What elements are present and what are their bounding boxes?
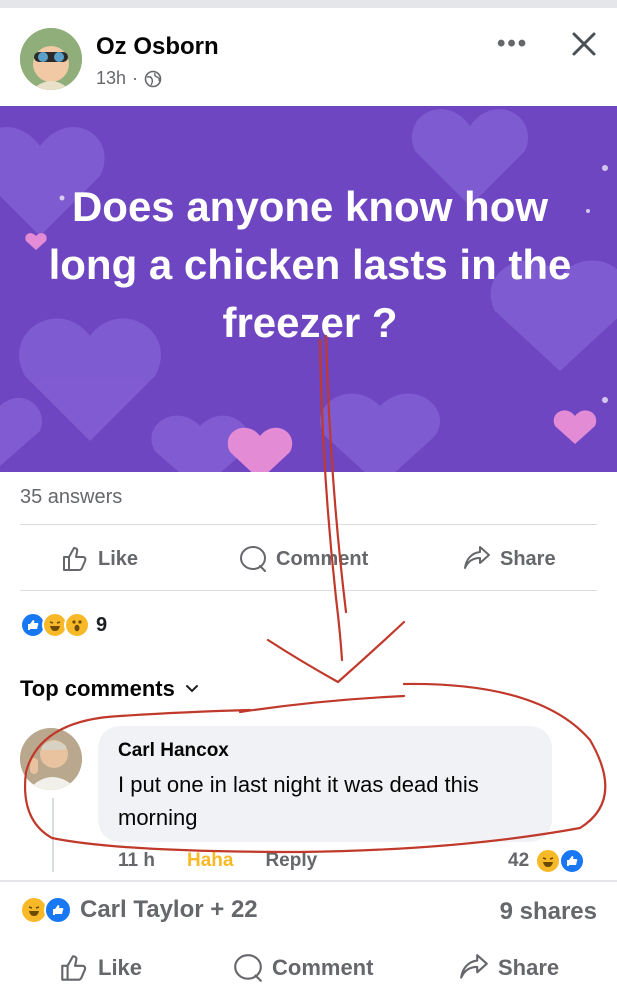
question-text: Does anyone know how long a chicken last… xyxy=(48,183,572,346)
footer-like-button[interactable]: Like xyxy=(58,952,142,984)
share-label: Share xyxy=(500,547,556,570)
footer-divider xyxy=(0,880,617,882)
footer-share-label: Share xyxy=(498,955,560,980)
reply-button[interactable]: Reply xyxy=(265,850,317,872)
footer-reaction-summary[interactable]: Carl Taylor + 22 xyxy=(20,896,258,924)
close-icon[interactable] xyxy=(566,26,602,62)
share-button[interactable]: Share xyxy=(462,544,556,574)
like-button[interactable]: Like xyxy=(60,544,138,574)
top-comments-label: Top comments xyxy=(20,676,175,701)
share-icon xyxy=(464,546,490,569)
footer-like-label: Like xyxy=(98,955,143,980)
divider xyxy=(20,590,597,591)
comment-meta: 11 h Haha Reply xyxy=(118,850,317,872)
comment-button[interactable]: Comment xyxy=(238,544,368,574)
globe-icon xyxy=(144,70,162,87)
chevron-down-icon xyxy=(185,685,198,693)
footer-comment-label: Comment xyxy=(272,955,374,980)
post-actions: Like Comment Share xyxy=(0,536,617,580)
comment-text: I put one in last night it was dead this… xyxy=(118,772,479,830)
reactor-names: Carl Taylor + 22 xyxy=(80,896,258,923)
top-divider xyxy=(0,0,617,8)
post-meta: 13h · xyxy=(96,68,162,89)
haha-reaction-icon xyxy=(535,848,562,874)
haha-button[interactable]: Haha xyxy=(187,850,233,872)
comment-label: Comment xyxy=(276,547,369,570)
footer-actions: Like Comment Share xyxy=(0,946,617,990)
footer-share-button[interactable]: Share xyxy=(458,952,559,984)
like-label: Like xyxy=(98,547,139,570)
top-comments-dropdown[interactable]: Top comments xyxy=(20,676,199,702)
reaction-count: 9 xyxy=(96,613,108,636)
answers-count[interactable]: 35 answers xyxy=(20,486,122,509)
footer-comment-button[interactable]: Comment xyxy=(232,952,373,984)
commenter-avatar[interactable] xyxy=(20,728,82,790)
author-avatar[interactable] xyxy=(20,28,82,90)
arrow-underline xyxy=(238,694,406,714)
post-time[interactable]: 13h xyxy=(96,68,126,89)
commenter-name[interactable]: Carl Hancox xyxy=(118,740,229,762)
post-header: Oz Osborn 13h · ••• xyxy=(0,8,617,108)
share-icon xyxy=(460,954,488,979)
author-name[interactable]: Oz Osborn xyxy=(96,33,219,61)
arrow-head xyxy=(266,620,406,684)
thumbs-up-icon xyxy=(63,547,87,571)
question-banner: Does anyone know how long a chicken last… xyxy=(0,106,617,472)
more-icon[interactable]: ••• xyxy=(497,30,528,58)
shares-count[interactable]: 9 shares xyxy=(500,898,597,926)
like-reaction-icon xyxy=(559,848,586,874)
reaction-summary[interactable]: 9 xyxy=(20,612,107,638)
thread-line xyxy=(52,798,54,872)
comment-icon xyxy=(234,954,262,982)
meta-separator: · xyxy=(132,68,139,88)
comment-reaction-count: 42 xyxy=(508,850,530,871)
comment-reactions[interactable]: 42 xyxy=(508,848,586,874)
wow-reaction-icon xyxy=(64,612,90,638)
like-reaction-icon xyxy=(44,896,72,924)
divider xyxy=(20,524,597,525)
thumbs-up-icon xyxy=(61,955,87,981)
comment-icon xyxy=(240,546,266,572)
comment-time[interactable]: 11 h xyxy=(118,850,155,872)
